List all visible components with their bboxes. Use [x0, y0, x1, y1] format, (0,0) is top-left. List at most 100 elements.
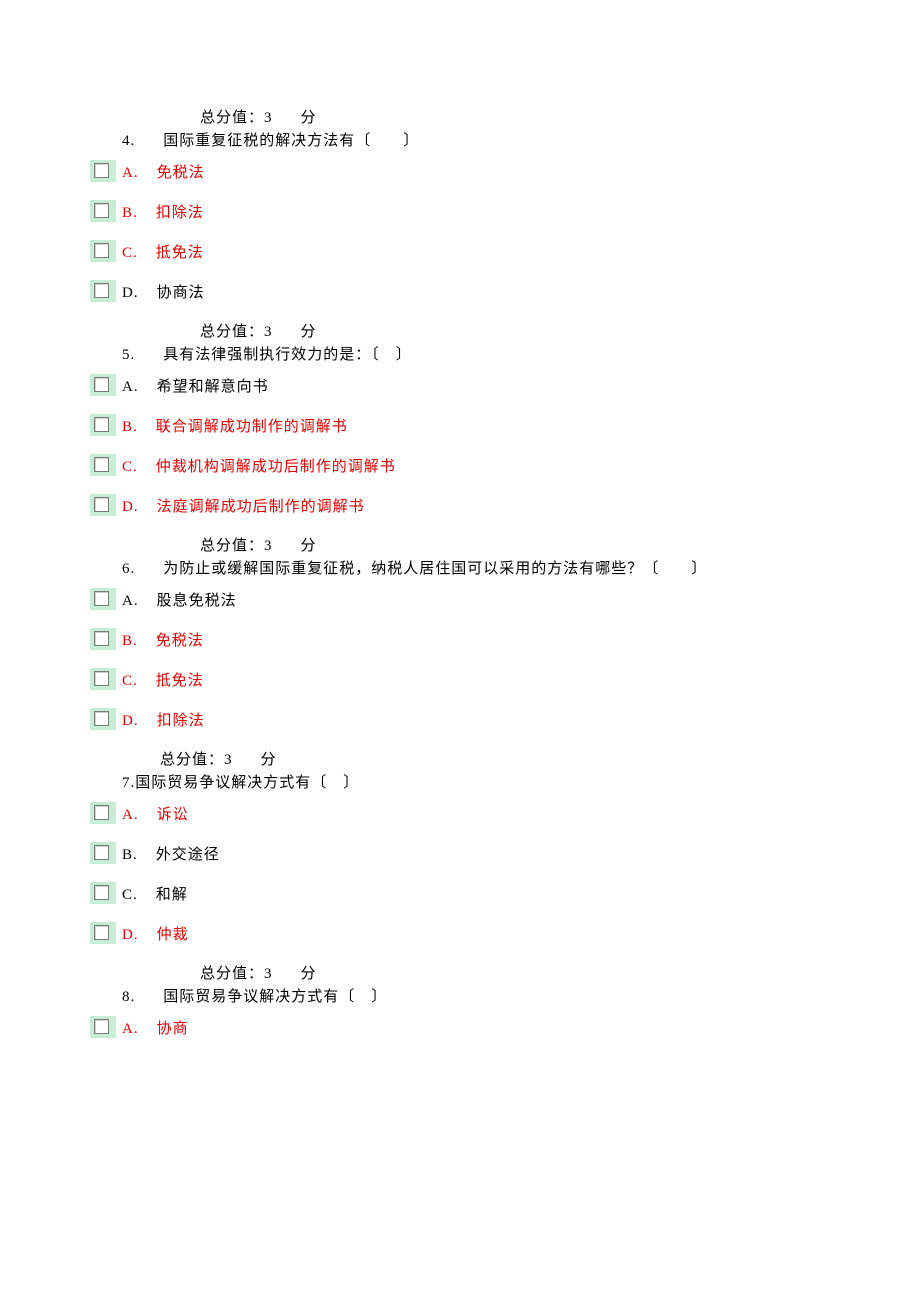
score-prefix: 总分值：: [200, 966, 264, 982]
option-letter: B.: [122, 205, 138, 221]
score-prefix: 总分值：: [200, 324, 264, 340]
option-letter: D.: [122, 713, 139, 729]
option-row: B.免税法: [90, 628, 830, 650]
checkbox-icon[interactable]: [90, 842, 116, 864]
option-text: 协商法: [157, 285, 205, 301]
option-letter: D.: [122, 285, 139, 301]
option-text: 诉讼: [157, 807, 189, 823]
checkbox-icon[interactable]: [90, 628, 116, 650]
option-text: 抵免法: [156, 673, 204, 689]
option-text: 和解: [156, 887, 188, 903]
option-row: D. 仲裁: [90, 922, 830, 944]
checkbox-icon[interactable]: [90, 802, 116, 824]
option-label: B.联合调解成功制作的调解书: [122, 415, 348, 436]
score-value: 3: [264, 324, 273, 340]
option-letter: C.: [122, 673, 138, 689]
option-label: C. 抵免法: [122, 669, 204, 690]
option-text: 联合调解成功制作的调解书: [156, 419, 348, 435]
question-text: 具有法律强制执行效力的是：〔 〕: [163, 347, 412, 363]
option-text: 股息免税法: [157, 593, 237, 609]
checkbox-icon[interactable]: [90, 160, 116, 182]
option-row: B.联合调解成功制作的调解书: [90, 414, 830, 436]
score-prefix: 总分值：: [200, 110, 264, 126]
option-row: A.免税法: [90, 160, 830, 182]
checkbox-icon[interactable]: [90, 374, 116, 396]
score-line: 总分值：3 分: [90, 962, 830, 983]
option-text: 法庭调解成功后制作的调解书: [157, 499, 365, 515]
option-label: A. 希望和解意向书: [122, 375, 269, 396]
checkbox-icon[interactable]: [90, 922, 116, 944]
option-row: C. 仲裁机构调解成功后制作的调解书: [90, 454, 830, 476]
score-suffix: 分: [261, 752, 277, 768]
option-row: B. 扣除法: [90, 200, 830, 222]
document-page: 总分值：3分 4.国际重复征税的解决方法有〔 〕 A.免税法 B.扣除法 C.抵…: [0, 0, 920, 1096]
question-line: 4.国际重复征税的解决方法有〔 〕: [90, 129, 830, 150]
option-label: D. 仲裁: [122, 923, 189, 944]
checkbox-icon[interactable]: [90, 588, 116, 610]
question-line: 5. 具有法律强制执行效力的是：〔 〕: [90, 343, 830, 364]
option-letter: A.: [122, 593, 139, 609]
option-row: D. 法庭调解成功后制作的调解书: [90, 494, 830, 516]
score-value: 3: [224, 752, 233, 768]
score-prefix: 总分值：: [160, 752, 224, 768]
score-prefix: 总分值：: [200, 538, 264, 554]
score-value: 3: [264, 966, 273, 982]
option-letter: A.: [122, 379, 139, 395]
option-text: 外交途径: [156, 847, 220, 863]
option-row: A. 诉讼: [90, 802, 830, 824]
option-label: C. 抵免法: [122, 241, 204, 262]
checkbox-icon[interactable]: [90, 454, 116, 476]
checkbox-icon[interactable]: [90, 200, 116, 222]
score-suffix: 分: [301, 966, 317, 982]
score-value: 3: [264, 538, 273, 554]
question-line: 6.为防止或缓解国际重复征税，纳税人居住国可以采用的方法有哪些？〔 〕: [90, 557, 830, 578]
option-letter: C.: [122, 459, 138, 475]
question-number: 7.: [122, 775, 135, 791]
option-text: 仲裁机构调解成功后制作的调解书: [156, 459, 396, 475]
option-label: B. 外交途径: [122, 843, 220, 864]
checkbox-icon[interactable]: [90, 280, 116, 302]
option-row: C. 抵免法: [90, 668, 830, 690]
option-label: C.和解: [122, 883, 188, 904]
score-suffix: 分: [301, 110, 317, 126]
question-number: 5.: [122, 347, 135, 363]
checkbox-icon[interactable]: [90, 668, 116, 690]
option-text: 免税法: [156, 633, 204, 649]
option-row: D. 扣除法: [90, 708, 830, 730]
checkbox-icon[interactable]: [90, 708, 116, 730]
option-row: D. 协商法: [90, 280, 830, 302]
option-text: 仲裁: [157, 927, 189, 943]
option-label: A.免税法: [122, 161, 205, 182]
option-text: 希望和解意向书: [157, 379, 269, 395]
option-label: A. 诉讼: [122, 803, 189, 824]
option-label: A.协商: [122, 1017, 189, 1038]
question-number: 6.: [122, 561, 135, 577]
option-text: 抵免法: [156, 245, 204, 261]
option-letter: C.: [122, 245, 138, 261]
option-row: A.协商: [90, 1016, 830, 1038]
option-label: B.免税法: [122, 629, 204, 650]
option-letter: D.: [122, 499, 139, 515]
option-text: 协商: [157, 1021, 189, 1037]
option-label: C. 仲裁机构调解成功后制作的调解书: [122, 455, 396, 476]
checkbox-icon[interactable]: [90, 1016, 116, 1038]
checkbox-icon[interactable]: [90, 882, 116, 904]
option-label: D. 协商法: [122, 281, 205, 302]
option-letter: D.: [122, 927, 139, 943]
question-number: 8.: [122, 989, 135, 1005]
option-row: C. 抵免法: [90, 240, 830, 262]
checkbox-icon[interactable]: [90, 494, 116, 516]
question-number: 4.: [122, 133, 135, 149]
option-letter: B.: [122, 847, 138, 863]
option-text: 扣除法: [157, 713, 205, 729]
score-line: 总分值：3 分: [90, 106, 830, 127]
option-letter: A.: [122, 807, 139, 823]
option-text: 扣除法: [156, 205, 204, 221]
option-text: 免税法: [157, 165, 205, 181]
score-value: 3: [264, 110, 273, 126]
score-suffix: 分: [301, 538, 317, 554]
checkbox-icon[interactable]: [90, 240, 116, 262]
score-suffix: 分: [301, 324, 317, 340]
option-row: B. 外交途径: [90, 842, 830, 864]
checkbox-icon[interactable]: [90, 414, 116, 436]
